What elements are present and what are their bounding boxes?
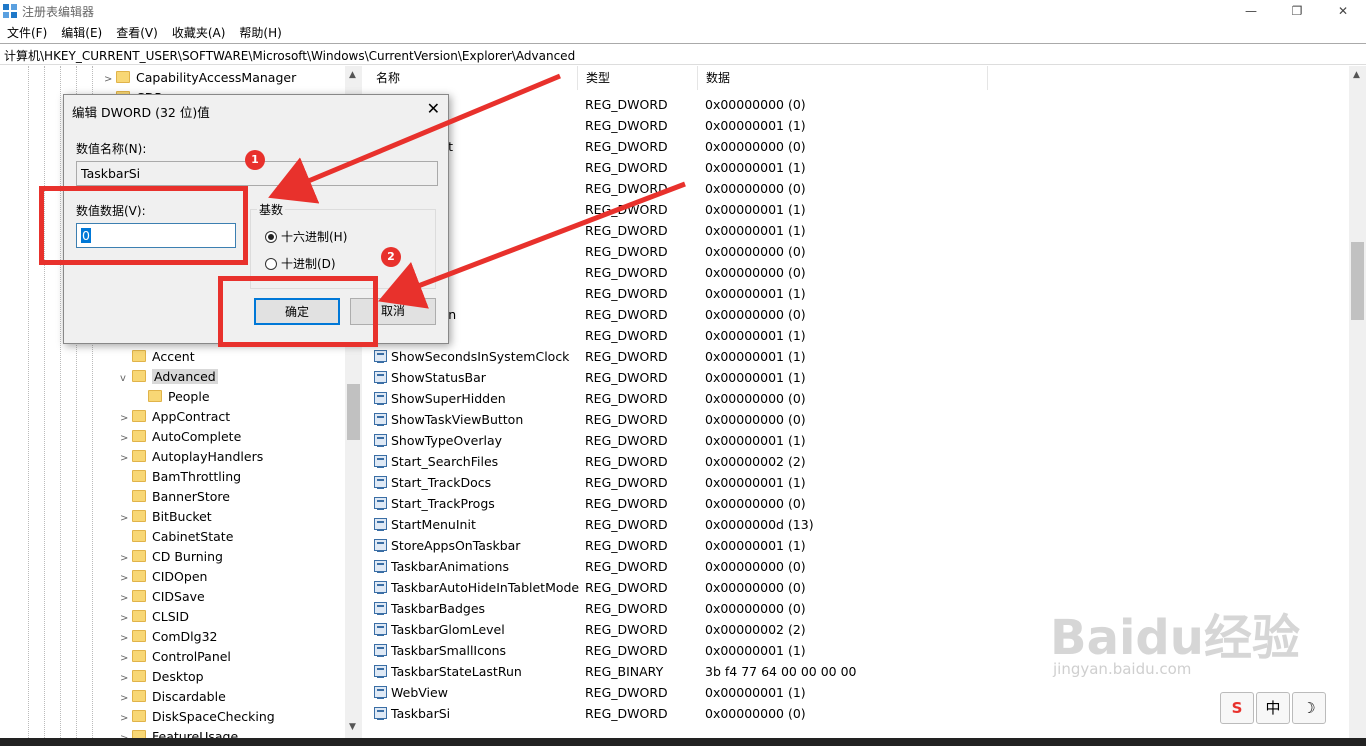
arrow-to-cancel-button (377, 181, 686, 309)
arrow-to-value-data (268, 73, 561, 204)
ime-moon-icon[interactable]: ☽ (1292, 692, 1326, 724)
baidu-watermark-url: jingyan.baidu.com (1053, 660, 1192, 678)
ime-s-icon[interactable]: S (1220, 692, 1254, 724)
baidu-watermark: Baidu经验 (1050, 610, 1300, 666)
ime-language-button[interactable]: 中 (1256, 692, 1290, 724)
taskbar (0, 738, 1366, 746)
